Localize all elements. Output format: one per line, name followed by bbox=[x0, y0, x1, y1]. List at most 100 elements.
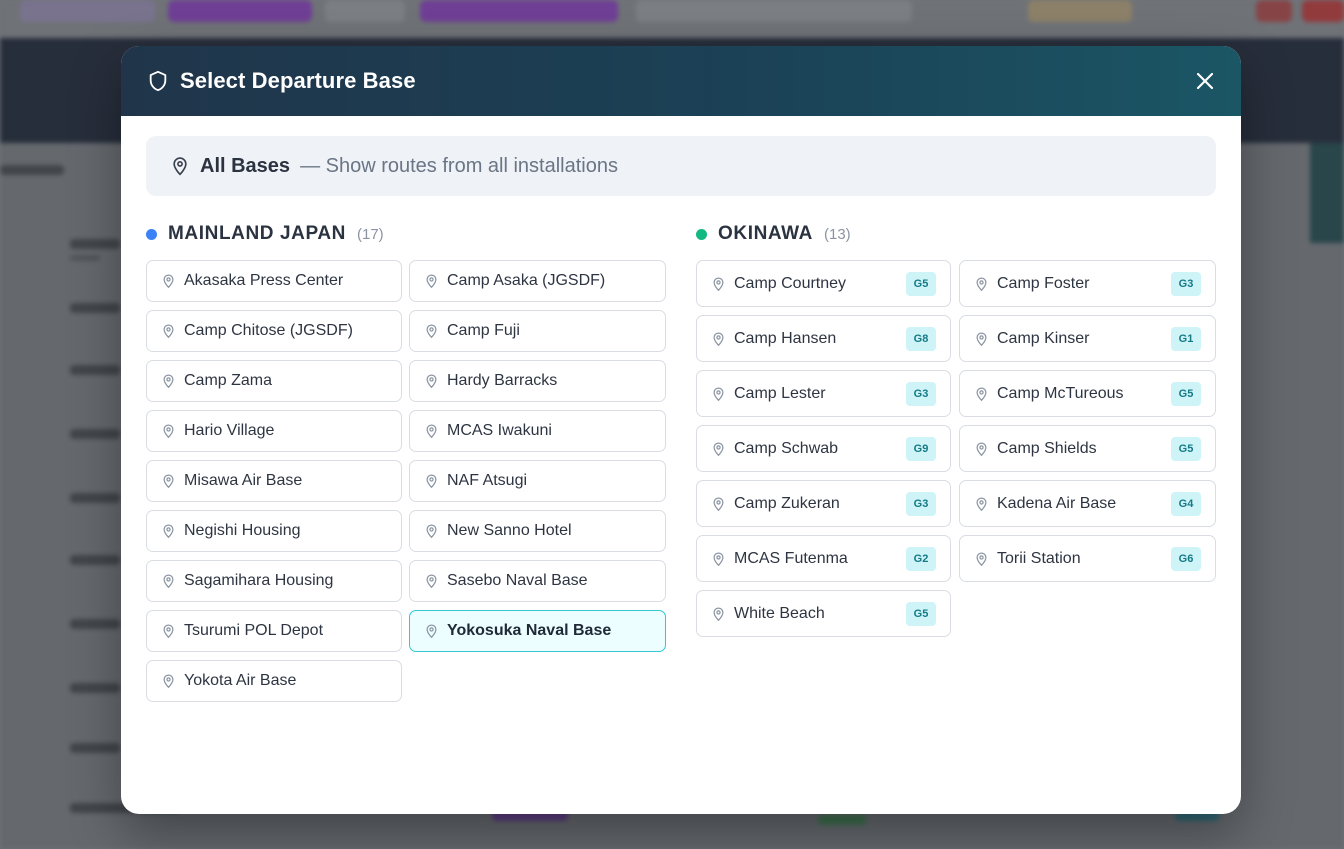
map-pin-icon bbox=[711, 276, 726, 292]
base-option[interactable]: Camp Fuji bbox=[409, 310, 666, 352]
base-option[interactable]: Hardy Barracks bbox=[409, 360, 666, 402]
base-name: Camp Kinser bbox=[997, 329, 1090, 347]
map-pin-icon bbox=[170, 156, 190, 176]
base-name: Yokota Air Base bbox=[184, 672, 297, 689]
base-option[interactable]: Tsurumi POL Depot bbox=[146, 610, 402, 652]
base-name: Yokosuka Naval Base bbox=[447, 622, 612, 639]
region-dot bbox=[146, 228, 157, 240]
base-option[interactable]: Camp Chitose (JGSDF) bbox=[146, 310, 402, 352]
base-name: Camp Hansen bbox=[734, 329, 837, 347]
region-header: OKINAWA (13) bbox=[696, 222, 1216, 246]
base-option[interactable]: MCAS Futenma G2 bbox=[696, 535, 951, 582]
base-option[interactable]: Yokosuka Naval Base bbox=[409, 610, 666, 652]
map-pin-icon bbox=[424, 273, 439, 289]
region-mainland-japan: MAINLAND JAPAN (17) Akasaka Press Center… bbox=[146, 222, 666, 702]
base-name: Sagamihara Housing bbox=[184, 572, 334, 589]
map-pin-icon bbox=[161, 573, 176, 589]
gate-badge: G5 bbox=[1171, 381, 1201, 406]
base-option[interactable]: Sagamihara Housing bbox=[146, 560, 402, 602]
base-option[interactable]: Misawa Air Base bbox=[146, 460, 402, 502]
base-name: MCAS Iwakuni bbox=[447, 422, 552, 439]
map-pin-icon bbox=[424, 623, 439, 639]
dialog-body: All Bases — Show routes from all install… bbox=[121, 116, 1241, 702]
base-option[interactable]: Camp Schwab G9 bbox=[696, 425, 951, 472]
base-option[interactable]: Camp Courtney G5 bbox=[696, 260, 951, 307]
base-option[interactable]: Camp McTureous G5 bbox=[959, 370, 1216, 417]
map-pin-icon bbox=[424, 573, 439, 589]
base-name: Camp Zama bbox=[184, 372, 273, 389]
base-option[interactable]: Camp Zukeran G3 bbox=[696, 480, 951, 527]
map-pin-icon bbox=[974, 496, 989, 512]
base-option[interactable]: Akasaka Press Center bbox=[146, 260, 402, 302]
base-name: Misawa Air Base bbox=[184, 472, 303, 489]
base-name: New Sanno Hotel bbox=[447, 522, 572, 539]
map-pin-icon bbox=[974, 441, 989, 457]
map-pin-icon bbox=[424, 373, 439, 389]
gate-badge: G5 bbox=[1171, 436, 1201, 461]
base-option[interactable]: Camp Shields G5 bbox=[959, 425, 1216, 472]
base-name: Kadena Air Base bbox=[997, 494, 1117, 512]
base-option[interactable]: Negishi Housing bbox=[146, 510, 402, 552]
base-option[interactable]: Kadena Air Base G4 bbox=[959, 480, 1216, 527]
gate-badge: G5 bbox=[906, 271, 936, 296]
base-option[interactable]: MCAS Iwakuni bbox=[409, 410, 666, 452]
base-option[interactable]: Camp Lester G3 bbox=[696, 370, 951, 417]
base-option[interactable]: White Beach G5 bbox=[696, 590, 951, 637]
base-option[interactable]: Camp Kinser G1 bbox=[959, 315, 1216, 362]
base-name: Camp Schwab bbox=[734, 439, 839, 457]
base-name: Camp Chitose (JGSDF) bbox=[184, 322, 353, 339]
base-option[interactable]: Hario Village bbox=[146, 410, 402, 452]
close-button[interactable] bbox=[1190, 66, 1220, 96]
base-name: Sasebo Naval Base bbox=[447, 572, 588, 589]
mainland-base-grid: Akasaka Press Center Camp Asaka (JGSDF) Ca… bbox=[146, 260, 666, 702]
all-bases-option[interactable]: All Bases — Show routes from all install… bbox=[146, 136, 1216, 196]
gate-badge: G3 bbox=[906, 491, 936, 516]
region-columns: MAINLAND JAPAN (17) Akasaka Press Center… bbox=[146, 222, 1216, 702]
gate-badge: G3 bbox=[1171, 271, 1201, 296]
region-count: (13) bbox=[823, 225, 851, 243]
shield-icon bbox=[147, 69, 169, 93]
map-pin-icon bbox=[161, 623, 176, 639]
base-option[interactable]: Sasebo Naval Base bbox=[409, 560, 666, 602]
base-name: Camp Foster bbox=[997, 274, 1090, 292]
base-option[interactable]: Camp Hansen G8 bbox=[696, 315, 951, 362]
base-name: Hardy Barracks bbox=[447, 372, 558, 389]
map-pin-icon bbox=[161, 373, 176, 389]
map-pin-icon bbox=[161, 473, 176, 489]
gate-badge: G3 bbox=[906, 381, 936, 406]
base-name: White Beach bbox=[734, 604, 825, 622]
map-pin-icon bbox=[974, 276, 989, 292]
map-pin-icon bbox=[974, 386, 989, 402]
base-option[interactable]: Camp Zama bbox=[146, 360, 402, 402]
base-option[interactable]: Camp Foster G3 bbox=[959, 260, 1216, 307]
all-bases-label: All Bases bbox=[200, 154, 291, 177]
base-option[interactable]: Yokota Air Base bbox=[146, 660, 402, 702]
region-okinawa: OKINAWA (13) Camp Courtney G5 Camp Foster G… bbox=[696, 222, 1216, 702]
base-name: Torii Station bbox=[997, 549, 1081, 567]
base-name: Negishi Housing bbox=[184, 522, 301, 539]
map-pin-icon bbox=[711, 496, 726, 512]
okinawa-base-grid: Camp Courtney G5 Camp Foster G3 Camp Hansen G… bbox=[696, 260, 1216, 637]
map-pin-icon bbox=[424, 323, 439, 339]
base-name: Camp Lester bbox=[734, 384, 826, 402]
dialog-header: Select Departure Base bbox=[121, 46, 1241, 116]
map-pin-icon bbox=[161, 523, 176, 539]
gate-badge: G5 bbox=[906, 601, 936, 626]
base-option[interactable]: Camp Asaka (JGSDF) bbox=[409, 260, 666, 302]
base-name: Camp Shields bbox=[997, 439, 1097, 457]
select-departure-base-dialog: Select Departure Base All Bases — Show r… bbox=[121, 46, 1241, 814]
base-name: Camp Zukeran bbox=[734, 494, 840, 512]
map-pin-icon bbox=[424, 523, 439, 539]
map-pin-icon bbox=[974, 551, 989, 567]
region-name: OKINAWA bbox=[718, 223, 813, 244]
map-pin-icon bbox=[161, 423, 176, 439]
map-pin-icon bbox=[424, 473, 439, 489]
gate-badge: G1 bbox=[1171, 326, 1201, 351]
base-name: Akasaka Press Center bbox=[184, 272, 344, 289]
base-option[interactable]: Torii Station G6 bbox=[959, 535, 1216, 582]
map-pin-icon bbox=[161, 673, 176, 689]
base-option[interactable]: New Sanno Hotel bbox=[409, 510, 666, 552]
gate-badge: G2 bbox=[906, 546, 936, 571]
region-name: MAINLAND JAPAN bbox=[168, 223, 346, 244]
base-option[interactable]: NAF Atsugi bbox=[409, 460, 666, 502]
